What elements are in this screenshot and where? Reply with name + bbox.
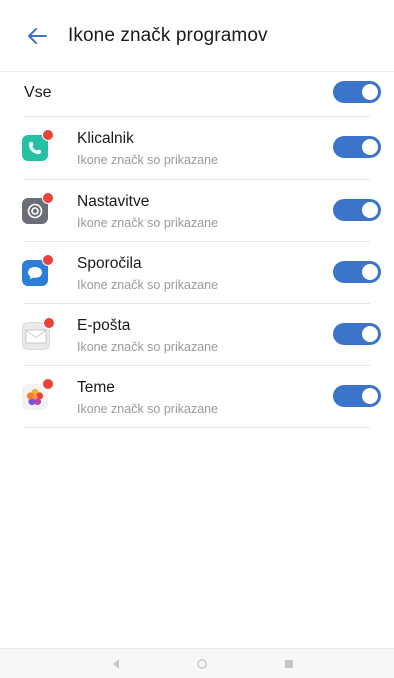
back-triangle-icon [113,659,119,669]
app-name: E-pošta [77,317,131,334]
recents-square-icon [285,660,293,668]
toggle-knob [362,202,378,218]
home-circle-icon [197,659,207,669]
toggle-knob [362,326,378,342]
notification-badge [42,378,54,390]
toggle-knob [362,84,378,100]
app-row-eposta[interactable]: E-pošta Ikone značk so prikazane [0,304,394,366]
badge-toggle[interactable] [333,261,381,283]
screen: Ikone značk programov Vse Klicalnik Ikon… [0,0,394,678]
envelope-icon [25,329,47,344]
app-row-klicalnik[interactable]: Klicalnik Ikone značk so prikazane [0,117,394,179]
themes-app-icon [22,378,54,410]
notification-badge [42,129,54,141]
arrow-left-icon [28,27,47,44]
app-row-nastavitve[interactable]: Nastavitve Ikone značk so prikazane [0,180,394,242]
badge-toggle[interactable] [333,323,381,345]
app-name: Teme [77,379,115,396]
email-app-icon [22,317,55,350]
app-name: Klicalnik [77,130,134,147]
badge-toggle[interactable] [333,385,381,407]
phone-icon [29,142,41,154]
app-name: Sporočila [77,255,142,272]
nav-home-button[interactable] [192,654,212,674]
toggle-knob [362,388,378,404]
app-subtitle: Ikone značk so prikazane [77,278,219,292]
toggle-knob [362,264,378,280]
page-title: Ikone značk programov [68,24,268,46]
app-row-teme[interactable]: Teme Ikone značk so prikazane [0,366,394,428]
nav-back-button[interactable] [106,654,126,674]
back-button[interactable] [22,21,52,51]
phone-app-icon [22,129,54,161]
all-apps-toggle[interactable] [333,81,381,103]
app-row-sporocila[interactable]: Sporočila Ikone značk so prikazane [0,242,394,304]
app-subtitle: Ikone značk so prikazane [77,340,219,354]
theme-palette-icon [26,388,44,406]
app-subtitle: Ikone značk so prikazane [77,402,219,416]
app-subtitle: Ikone značk so prikazane [77,216,219,230]
messages-app-icon [22,254,54,286]
badge-toggle[interactable] [333,136,381,158]
all-apps-label: Vse [24,84,52,101]
notification-badge [43,317,55,329]
system-nav-bar [0,648,394,678]
settings-app-icon [22,192,54,224]
app-subtitle: Ikone značk so prikazane [77,153,219,167]
toggle-knob [362,139,378,155]
notification-badge [42,254,54,266]
app-name: Nastavitve [77,193,150,210]
app-bar: Ikone značk programov [0,0,394,72]
settings-gear-icon [27,203,43,219]
message-bubble-icon [28,267,42,279]
badge-toggle[interactable] [333,199,381,221]
divider [24,427,370,428]
nav-recents-button[interactable] [279,654,299,674]
notification-badge [42,192,54,204]
all-apps-row[interactable]: Vse [0,72,394,116]
